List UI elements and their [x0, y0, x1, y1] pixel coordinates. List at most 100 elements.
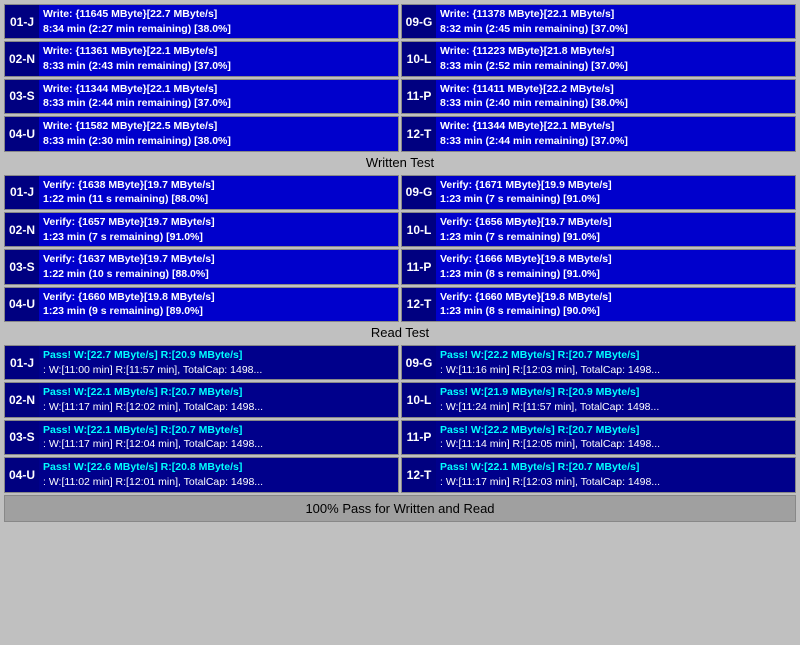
device-line2: 1:23 min (7 s remaining) [91.0%] [43, 230, 394, 245]
device-card-left-3: 04-UVerify: {1660 MByte}[19.8 MByte/s]1:… [4, 287, 399, 322]
device-line1: Verify: {1666 MByte}[19.8 MByte/s] [440, 252, 791, 267]
pass-line2: : W:[11:17 min] R:[12:02 min], TotalCap:… [43, 400, 394, 415]
device-card-right-3: 12-TVerify: {1660 MByte}[19.8 MByte/s]1:… [401, 287, 796, 322]
device-line1: Write: {11344 MByte}[22.1 MByte/s] [43, 82, 394, 97]
device-line1: Write: {11582 MByte}[22.5 MByte/s] [43, 119, 394, 134]
pass-grid: 01-JPass! W:[22.7 MByte/s] R:[20.9 MByte… [4, 345, 796, 493]
device-line1: Write: {11223 MByte}[21.8 MByte/s] [440, 44, 791, 59]
write-section: 01-JWrite: {11645 MByte}[22.7 MByte/s]8:… [4, 4, 796, 173]
device-info: Verify: {1656 MByte}[19.7 MByte/s]1:23 m… [436, 213, 795, 246]
device-id: 10-L [402, 213, 436, 246]
device-line2: 8:33 min (2:43 min remaining) [37.0%] [43, 59, 394, 74]
device-line2: 8:32 min (2:45 min remaining) [37.0%] [440, 22, 791, 37]
device-id: 01-J [5, 5, 39, 38]
device-card-left-3: 04-UWrite: {11582 MByte}[22.5 MByte/s]8:… [4, 116, 399, 151]
pass-id: 02-N [5, 383, 39, 416]
device-info: Write: {11582 MByte}[22.5 MByte/s]8:33 m… [39, 117, 398, 150]
pass-card-right-2: 11-PPass! W:[22.2 MByte/s] R:[20.7 MByte… [401, 420, 796, 455]
device-info: Write: {11645 MByte}[22.7 MByte/s]8:34 m… [39, 5, 398, 38]
pass-line1: Pass! W:[22.7 MByte/s] R:[20.9 MByte/s] [43, 348, 394, 363]
device-line2: 8:33 min (2:44 min remaining) [37.0%] [43, 96, 394, 111]
pass-info: Pass! W:[22.1 MByte/s] R:[20.7 MByte/s]:… [39, 383, 398, 416]
device-card-right-0: 09-GVerify: {1671 MByte}[19.9 MByte/s]1:… [401, 175, 796, 210]
pass-id: 10-L [402, 383, 436, 416]
device-card-left-1: 02-N Write: {11361 MByte}[22.1 MByte/s]8:… [4, 41, 399, 76]
device-line2: 1:23 min (7 s remaining) [91.0%] [440, 192, 791, 207]
device-line1: Verify: {1671 MByte}[19.9 MByte/s] [440, 178, 791, 193]
device-card-right-1: 10-LWrite: {11223 MByte}[21.8 MByte/s]8:… [401, 41, 796, 76]
read-test-label: Read Test [4, 322, 796, 343]
device-line1: Verify: {1660 MByte}[19.8 MByte/s] [43, 290, 394, 305]
device-line2: 1:23 min (7 s remaining) [91.0%] [440, 230, 791, 245]
device-id: 12-T [402, 117, 436, 150]
device-id: 04-U [5, 288, 39, 321]
device-line1: Verify: {1637 MByte}[19.7 MByte/s] [43, 252, 394, 267]
pass-line1: Pass! W:[22.6 MByte/s] R:[20.8 MByte/s] [43, 460, 394, 475]
device-card-left-0: 01-JWrite: {11645 MByte}[22.7 MByte/s]8:… [4, 4, 399, 39]
pass-line2: : W:[11:17 min] R:[12:03 min], TotalCap:… [440, 475, 791, 490]
pass-line1: Pass! W:[22.2 MByte/s] R:[20.7 MByte/s] [440, 423, 791, 438]
pass-line2: : W:[11:24 min] R:[11:57 min], TotalCap:… [440, 400, 791, 415]
pass-info: Pass! W:[22.2 MByte/s] R:[20.7 MByte/s]:… [436, 421, 795, 454]
pass-line2: : W:[11:02 min] R:[12:01 min], TotalCap:… [43, 475, 394, 490]
device-info: Verify: {1638 MByte}[19.7 MByte/s]1:22 m… [39, 176, 398, 209]
device-id: 11-P [402, 250, 436, 283]
device-info: Verify: {1660 MByte}[19.8 MByte/s]1:23 m… [436, 288, 795, 321]
device-line2: 1:23 min (9 s remaining) [89.0%] [43, 304, 394, 319]
device-id: 12-T [402, 288, 436, 321]
device-info: Verify: {1660 MByte}[19.8 MByte/s]1:23 m… [39, 288, 398, 321]
pass-info: Pass! W:[22.1 MByte/s] R:[20.7 MByte/s]:… [39, 421, 398, 454]
pass-line1: Pass! W:[21.9 MByte/s] R:[20.9 MByte/s] [440, 385, 791, 400]
pass-line2: : W:[11:17 min] R:[12:04 min], TotalCap:… [43, 437, 394, 452]
device-card-right-3: 12-TWrite: {11344 MByte}[22.1 MByte/s]8:… [401, 116, 796, 151]
device-line2: 1:22 min (10 s remaining) [88.0%] [43, 267, 394, 282]
pass-card-left-3: 04-UPass! W:[22.6 MByte/s] R:[20.8 MByte… [4, 457, 399, 492]
write-grid: 01-JWrite: {11645 MByte}[22.7 MByte/s]8:… [4, 4, 796, 152]
device-id: 09-G [402, 5, 436, 38]
device-info: Verify: {1657 MByte}[19.7 MByte/s]1:23 m… [39, 213, 398, 246]
device-id: 02-N [5, 42, 39, 75]
pass-line2: : W:[11:16 min] R:[12:03 min], TotalCap:… [440, 363, 791, 378]
device-id: 02-N [5, 213, 39, 246]
device-line1: Verify: {1660 MByte}[19.8 MByte/s] [440, 290, 791, 305]
device-id: 09-G [402, 176, 436, 209]
device-line1: Write: {11645 MByte}[22.7 MByte/s] [43, 7, 394, 22]
device-line2: 8:33 min (2:44 min remaining) [37.0%] [440, 134, 791, 149]
device-line2: 1:22 min (11 s remaining) [88.0%] [43, 192, 394, 207]
pass-id: 12-T [402, 458, 436, 491]
pass-line1: Pass! W:[22.1 MByte/s] R:[20.7 MByte/s] [43, 423, 394, 438]
device-id: 01-J [5, 176, 39, 209]
device-line2: 8:33 min (2:30 min remaining) [38.0%] [43, 134, 394, 149]
pass-line1: Pass! W:[22.1 MByte/s] R:[20.7 MByte/s] [43, 385, 394, 400]
pass-card-right-1: 10-LPass! W:[21.9 MByte/s] R:[20.9 MByte… [401, 382, 796, 417]
verify-section: 01-JVerify: {1638 MByte}[19.7 MByte/s]1:… [4, 175, 796, 344]
device-line1: Write: {11361 MByte}[22.1 MByte/s] [43, 44, 394, 59]
verify-grid: 01-JVerify: {1638 MByte}[19.7 MByte/s]1:… [4, 175, 796, 323]
device-card-right-2: 11-PVerify: {1666 MByte}[19.8 MByte/s]1:… [401, 249, 796, 284]
written-test-label: Written Test [4, 152, 796, 173]
device-line1: Write: {11378 MByte}[22.1 MByte/s] [440, 7, 791, 22]
device-card-right-1: 10-LVerify: {1656 MByte}[19.7 MByte/s]1:… [401, 212, 796, 247]
device-info: Verify: {1666 MByte}[19.8 MByte/s]1:23 m… [436, 250, 795, 283]
device-info: Verify: {1671 MByte}[19.9 MByte/s]1:23 m… [436, 176, 795, 209]
device-info: Write: {11223 MByte}[21.8 MByte/s]8:33 m… [436, 42, 795, 75]
pass-id: 11-P [402, 421, 436, 454]
device-card-left-2: 03-SWrite: {11344 MByte}[22.1 MByte/s]8:… [4, 79, 399, 114]
device-line1: Write: {11344 MByte}[22.1 MByte/s] [440, 119, 791, 134]
pass-line2: : W:[11:14 min] R:[12:05 min], TotalCap:… [440, 437, 791, 452]
device-line1: Verify: {1657 MByte}[19.7 MByte/s] [43, 215, 394, 230]
device-line1: Verify: {1656 MByte}[19.7 MByte/s] [440, 215, 791, 230]
pass-line2: : W:[11:00 min] R:[11:57 min], TotalCap:… [43, 363, 394, 378]
pass-card-left-0: 01-JPass! W:[22.7 MByte/s] R:[20.9 MByte… [4, 345, 399, 380]
main-container: 01-JWrite: {11645 MByte}[22.7 MByte/s]8:… [0, 0, 800, 528]
pass-card-right-3: 12-TPass! W:[22.1 MByte/s] R:[20.7 MByte… [401, 457, 796, 492]
device-info: Verify: {1637 MByte}[19.7 MByte/s]1:22 m… [39, 250, 398, 283]
pass-info: Pass! W:[21.9 MByte/s] R:[20.9 MByte/s]:… [436, 383, 795, 416]
device-info: Write: {11411 MByte}[22.2 MByte/s]8:33 m… [436, 80, 795, 113]
pass-info: Pass! W:[22.6 MByte/s] R:[20.8 MByte/s]:… [39, 458, 398, 491]
bottom-pass-label: 100% Pass for Written and Read [4, 495, 796, 522]
device-info: Write: {11378 MByte}[22.1 MByte/s]8:32 m… [436, 5, 795, 38]
device-line2: 8:33 min (2:40 min remaining) [38.0%] [440, 96, 791, 111]
pass-info: Pass! W:[22.2 MByte/s] R:[20.7 MByte/s]:… [436, 346, 795, 379]
device-info: Write: {11344 MByte}[22.1 MByte/s]8:33 m… [436, 117, 795, 150]
